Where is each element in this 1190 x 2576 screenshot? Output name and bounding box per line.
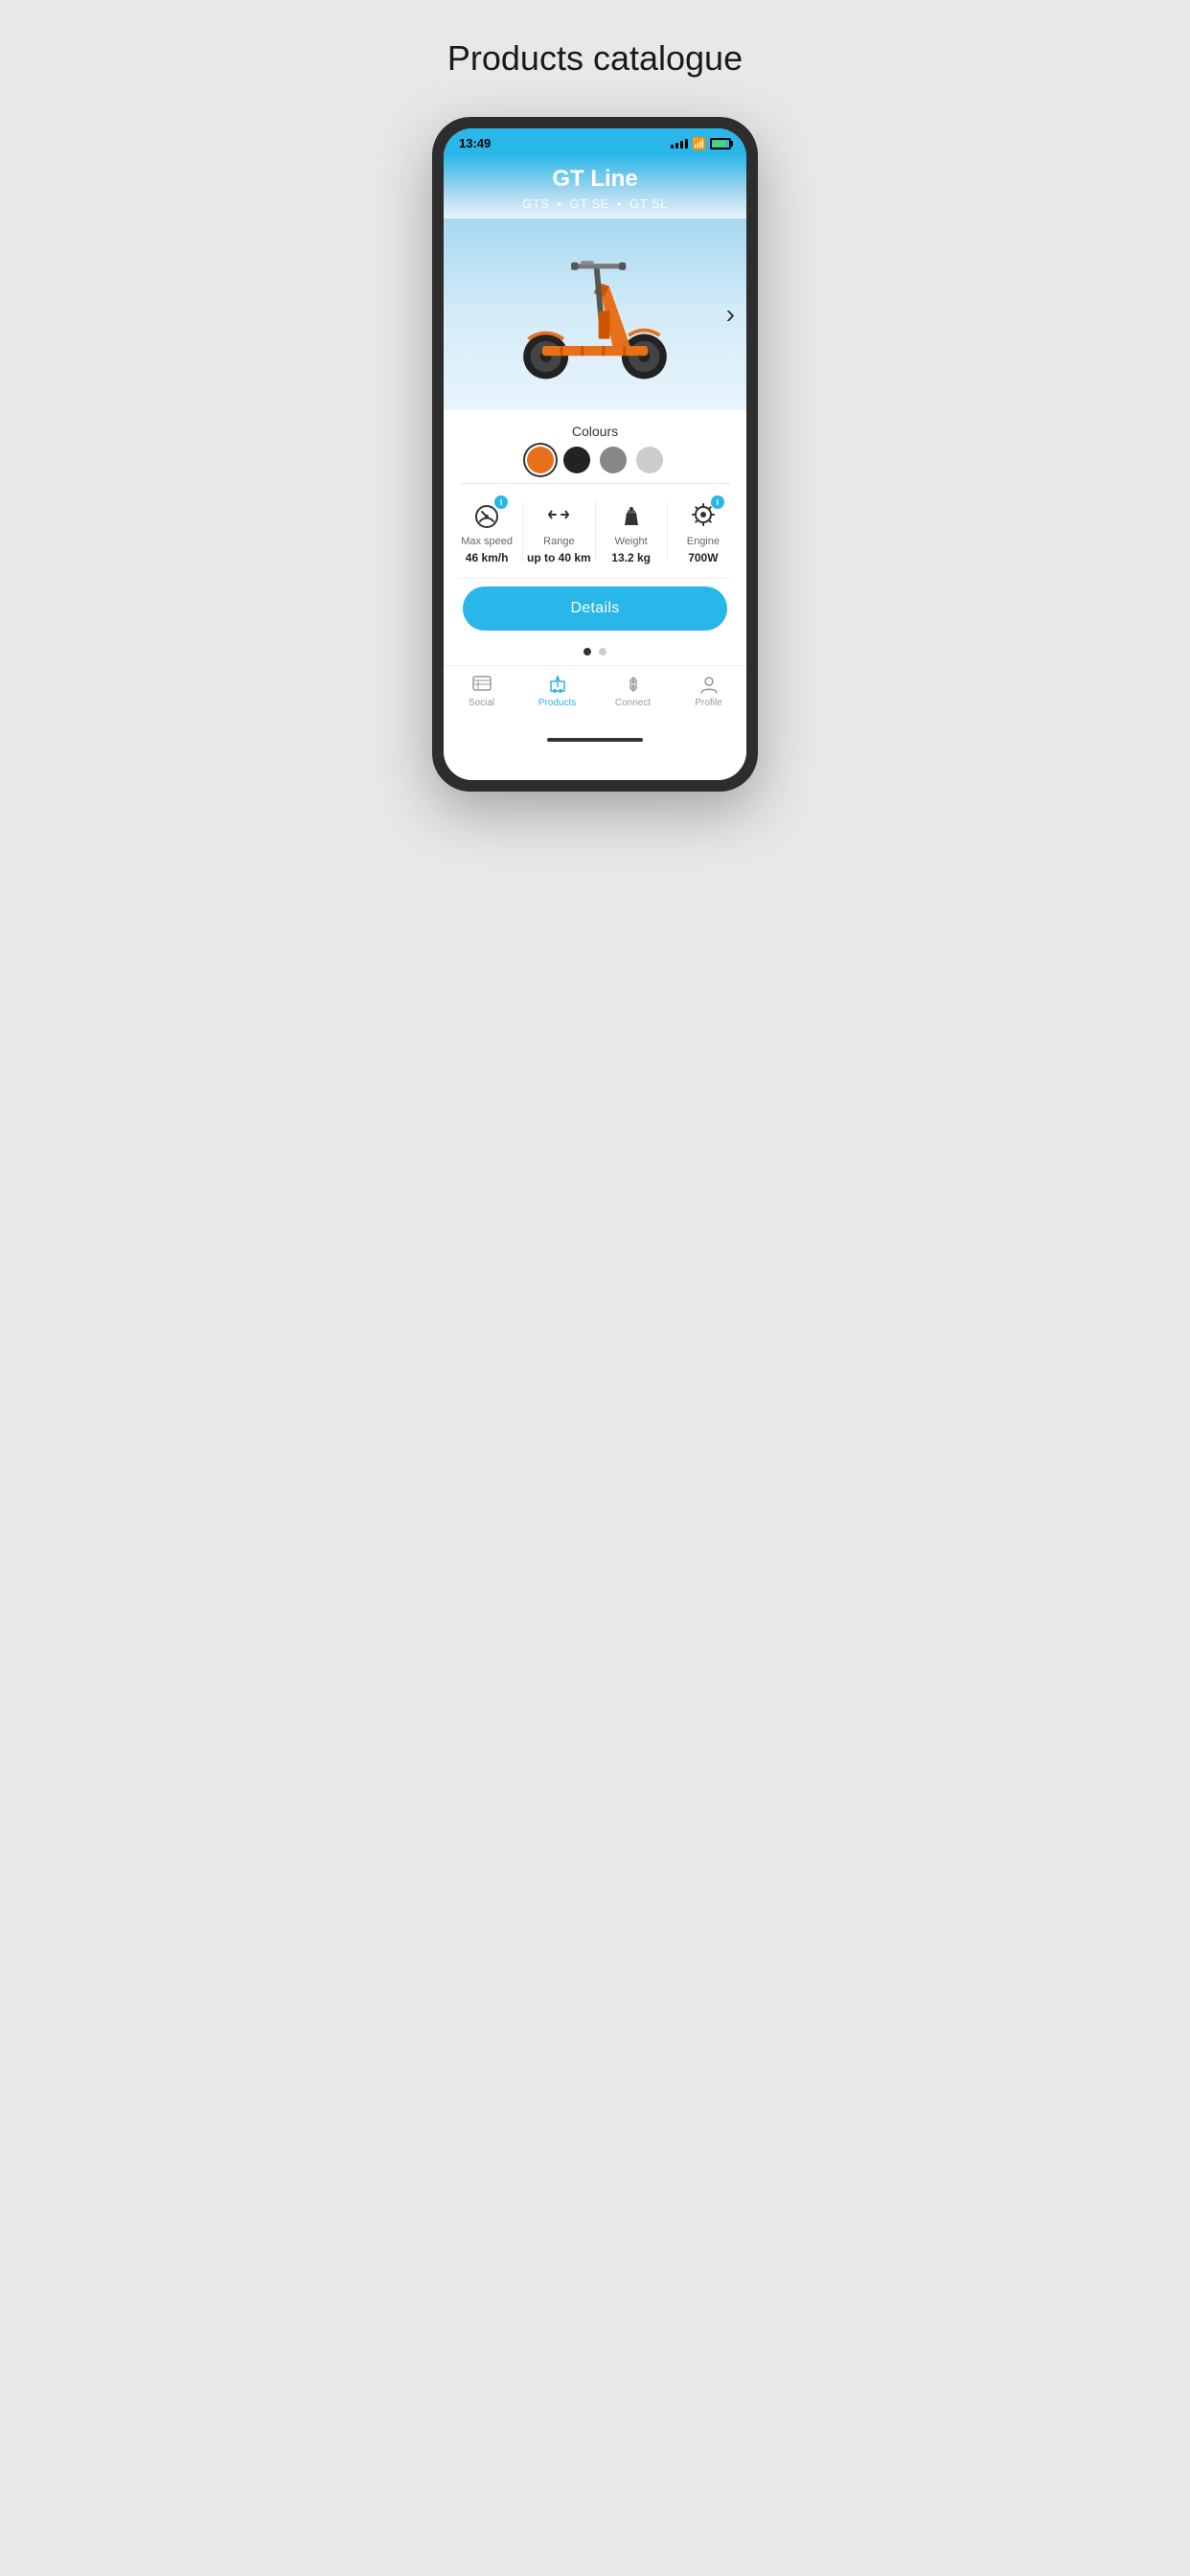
nav-label-connect: Connect [615,698,651,708]
range-value: up to 40 km [527,551,591,564]
status-bar: 13:49 📶 [444,128,746,154]
variant-gtsl: GT SL [629,196,668,211]
dot-separator-2: • [617,196,622,211]
page-dot-1 [584,648,591,656]
colours-label: Colours [572,424,618,439]
spec-range: Range up to 40 km [523,497,594,564]
scooter-image [490,238,700,391]
product-image-area: › [444,218,746,410]
battery-icon [710,138,731,150]
connect-icon [623,674,644,695]
nav-item-social[interactable]: Social [444,674,519,708]
dot-separator-1: • [557,196,561,211]
nav-label-products: Products [538,698,576,708]
engine-info-badge: i [711,495,724,509]
nav-item-products[interactable]: Products [519,674,595,708]
colour-swatches [527,447,663,473]
weight-icon [617,500,646,529]
variant-gtse: GT SE [570,196,609,211]
page-dot-2 [599,648,606,656]
weight-value: 13.2 kg [611,551,651,564]
page-title: Products catalogue [447,38,743,79]
nav-label-profile: Profile [695,698,721,708]
product-line-title: GT Line [444,154,746,196]
speed-value: 46 km/h [466,551,509,564]
specs-section: i Max speed 46 km/h [444,484,746,578]
spec-icon-wrap-speed: i [469,497,504,532]
next-arrow[interactable]: › [726,299,735,330]
bottom-nav: Social Products [444,665,746,724]
home-indicator [444,724,746,752]
status-icons: 📶 [671,137,731,150]
spec-engine: i Engine 700W [668,497,739,564]
variant-gts: GTS [522,196,549,211]
page-wrapper: Products catalogue 13:49 📶 [397,0,793,849]
spec-weight: Weight 13.2 kg [596,497,667,564]
header-area: GT Line GTS • GT SE • GT SL [444,154,746,218]
colour-swatch-orange[interactable] [527,447,554,473]
content-area: Colours [444,410,746,780]
profile-icon [698,674,720,695]
nav-label-social: Social [469,698,494,708]
spec-max-speed: i Max speed 46 km/h [451,497,522,564]
weight-label: Weight [615,536,648,547]
colour-swatch-lightgrey[interactable] [636,447,663,473]
details-button-wrap: Details [444,579,746,642]
signal-icon [671,139,688,149]
home-indicator-bar [547,738,643,742]
speed-info-badge: i [494,495,508,509]
spec-icon-wrap-range [541,497,576,532]
pagination-dots [444,642,746,665]
speed-label: Max speed [461,536,513,547]
products-icon [547,674,568,695]
spec-icon-wrap-engine: i [686,497,721,532]
phone-screen: 13:49 📶 GT Line [444,128,746,780]
engine-label: Engine [687,536,720,547]
colour-swatch-grey[interactable] [600,447,627,473]
spec-icon-wrap-weight [614,497,649,532]
status-time: 13:49 [459,136,491,150]
product-variants: GTS • GT SE • GT SL [444,196,746,218]
range-icon [544,500,573,529]
social-icon [471,674,492,695]
details-button[interactable]: Details [463,586,727,631]
nav-item-connect[interactable]: Connect [595,674,671,708]
colour-swatch-black[interactable] [563,447,590,473]
nav-item-profile[interactable]: Profile [671,674,746,708]
wifi-icon: 📶 [692,137,706,150]
colours-section: Colours [444,410,746,483]
phone-shell: 13:49 📶 GT Line [432,117,758,792]
range-label: Range [543,536,574,547]
engine-value: 700W [688,551,718,564]
